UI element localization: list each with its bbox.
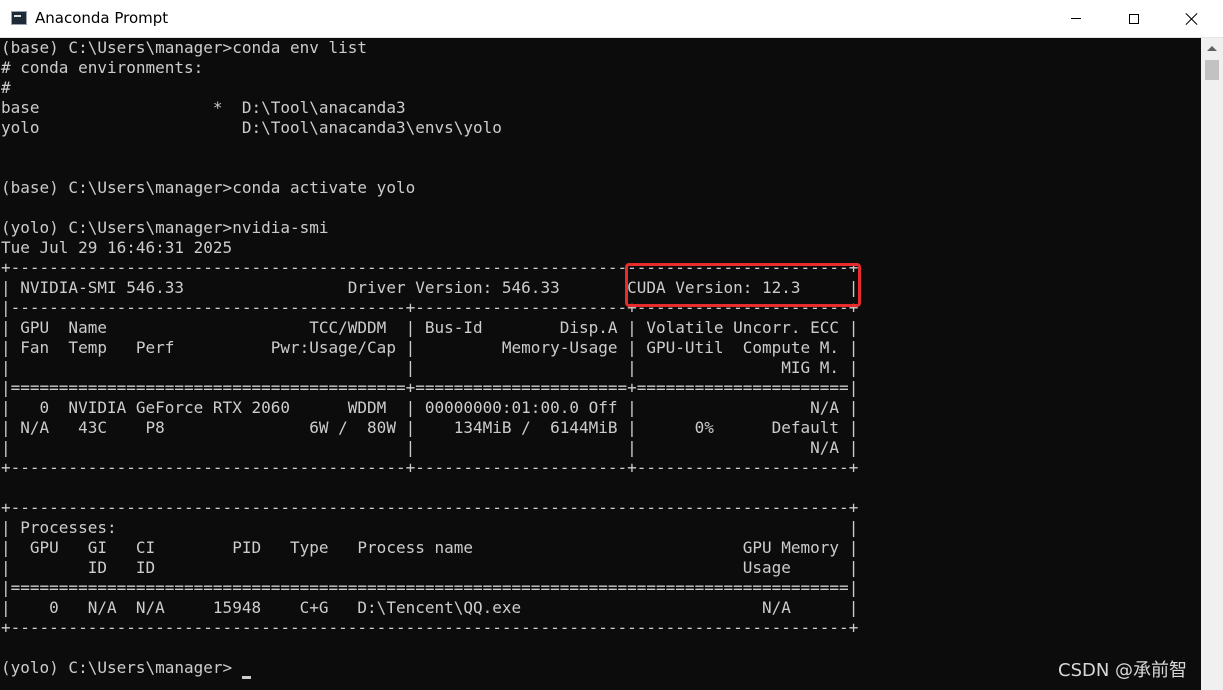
terminal-console[interactable]: (base) C:\Users\manager>conda env list #…	[0, 38, 1201, 690]
terminal-line: | 0 NVIDIA GeForce RTX 2060 WDDM | 00000…	[1, 398, 859, 417]
terminal-line: yolo D:\Tool\anacanda3\envs\yolo	[1, 118, 502, 137]
arrow-up-icon	[1207, 45, 1217, 51]
terminal-app-icon[interactable]	[11, 11, 27, 25]
terminal-line: | Processes: |	[1, 518, 859, 537]
terminal-line: | GPU GI CI PID Type Process name GPU Me…	[1, 538, 859, 557]
terminal-line: Tue Jul 29 16:46:31 2025	[1, 238, 233, 257]
title-bar[interactable]: Anaconda Prompt	[0, 0, 1223, 38]
terminal-line: | | | MIG M. |	[1, 358, 859, 377]
terminal-line: | ID ID Usage |	[1, 558, 859, 577]
terminal-line: # conda environments:	[1, 58, 204, 77]
terminal-line: +---------------------------------------…	[1, 458, 859, 477]
terminal-line: | | | N/A |	[1, 438, 859, 457]
terminal-line: (yolo) C:\Users\manager>	[1, 658, 233, 677]
terminal-line: | GPU Name TCC/WDDM | Bus-Id Disp.A | Vo…	[1, 318, 859, 337]
terminal-line: (base) C:\Users\manager>conda env list	[1, 38, 368, 57]
terminal-line: +---------------------------------------…	[1, 498, 859, 517]
text-cursor	[242, 676, 251, 679]
minimize-icon	[1071, 18, 1081, 19]
terminal-line: | N/A 43C P8 6W / 80W | 134MiB / 6144MiB…	[1, 418, 859, 437]
maximize-button[interactable]	[1105, 0, 1163, 37]
terminal-output: (base) C:\Users\manager>conda env list #…	[1, 38, 858, 678]
maximize-icon	[1129, 13, 1139, 24]
cuda-version-highlight	[625, 263, 861, 307]
terminal-line: | Fan Temp Perf Pwr:Usage/Cap | Memory-U…	[1, 338, 859, 357]
terminal-line: (yolo) C:\Users\manager>nvidia-smi	[1, 218, 329, 237]
terminal-line: #	[1, 78, 11, 97]
window-title: Anaconda Prompt	[35, 9, 169, 27]
terminal-line: |=======================================…	[1, 578, 859, 597]
minimize-button[interactable]	[1047, 0, 1105, 37]
close-icon	[1185, 12, 1199, 26]
terminal-line: (base) C:\Users\manager>conda activate y…	[1, 178, 416, 197]
vertical-scrollbar[interactable]	[1201, 38, 1223, 690]
terminal-line: |=======================================…	[1, 378, 859, 397]
scroll-thumb[interactable]	[1205, 60, 1219, 80]
scroll-up-button[interactable]	[1201, 38, 1223, 58]
terminal-line: +---------------------------------------…	[1, 618, 859, 637]
terminal-line: base * D:\Tool\anacanda3	[1, 98, 406, 117]
close-button[interactable]	[1163, 0, 1221, 37]
terminal-line: | 0 N/A N/A 15948 C+G D:\Tencent\QQ.exe …	[1, 598, 859, 617]
watermark: CSDN @承前智	[1058, 660, 1188, 681]
